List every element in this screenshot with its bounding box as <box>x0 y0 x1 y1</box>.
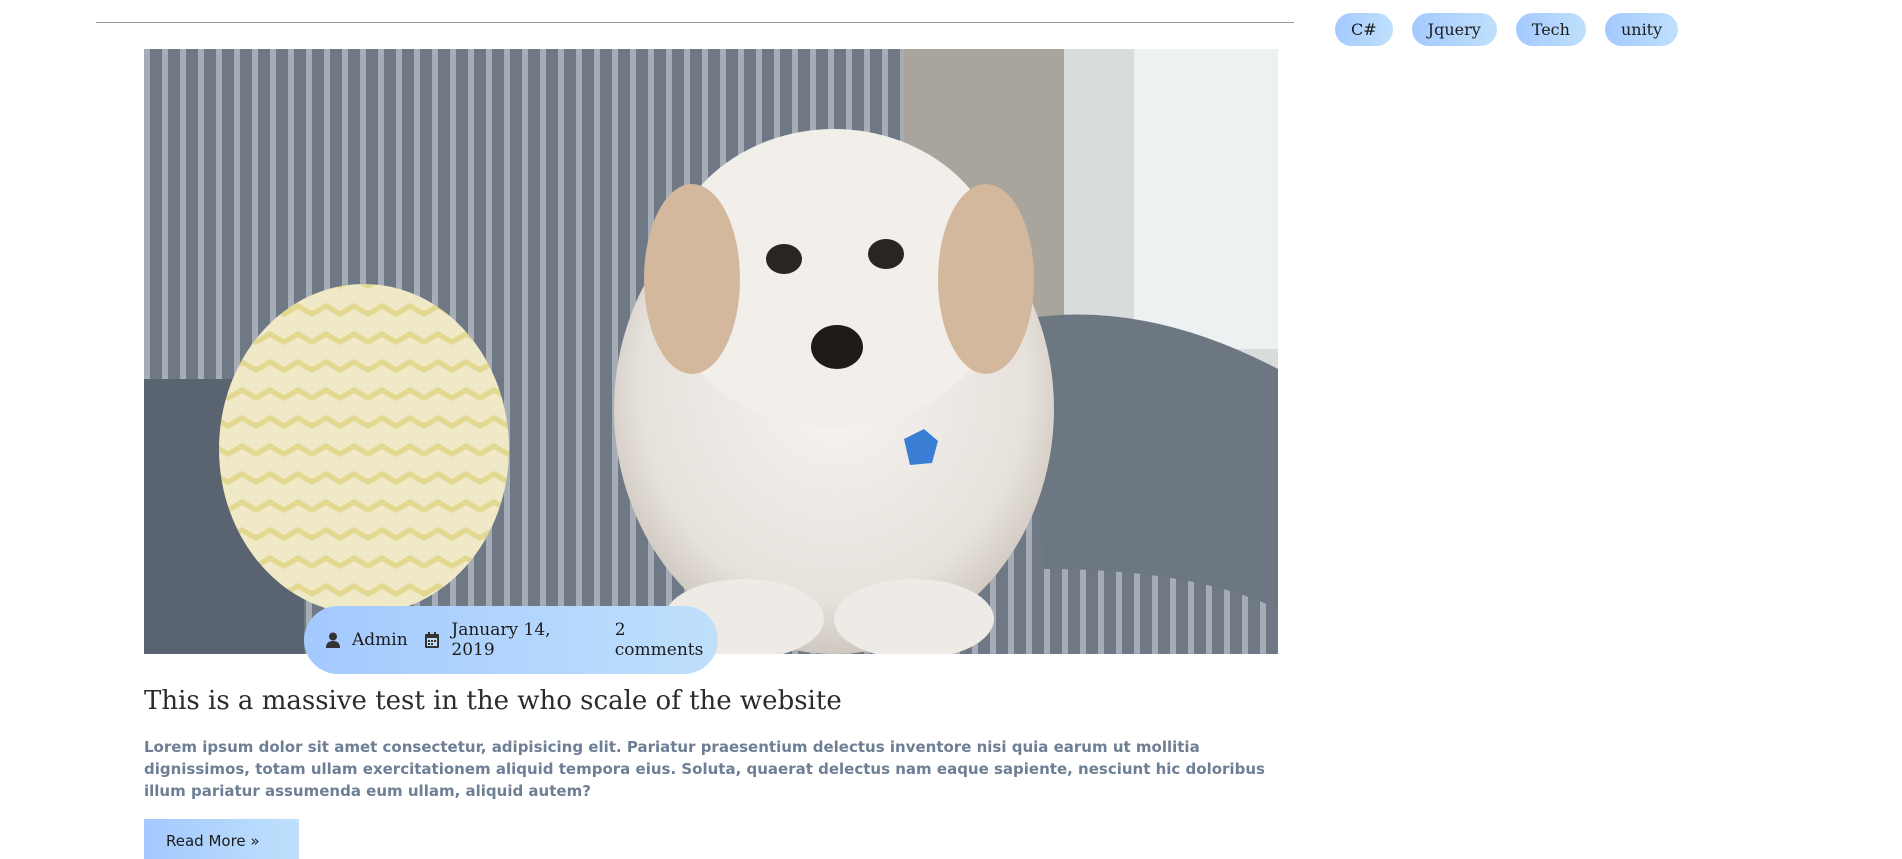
read-more-label: Read More » <box>166 832 260 850</box>
post-date: January 14, 2019 <box>451 620 551 660</box>
tag-unity[interactable]: unity <box>1604 13 1679 46</box>
user-icon <box>326 632 340 648</box>
post-meta-bar: Admin January 14, 2019 2 comments <box>304 606 718 674</box>
post-title[interactable]: This is a massive test in the who scale … <box>144 686 842 716</box>
content-divider <box>96 22 1294 23</box>
post-featured-image[interactable] <box>144 49 1278 654</box>
tag-tech[interactable]: Tech <box>1515 13 1586 46</box>
post-comments-link[interactable]: 2 comments <box>615 620 718 660</box>
post-excerpt: Lorem ipsum dolor sit amet consectetur, … <box>144 738 1265 800</box>
tag-csharp[interactable]: C# <box>1335 13 1393 46</box>
post-author[interactable]: Admin <box>352 630 408 650</box>
tag-cloud: C# Jquery Tech unity <box>1335 13 1679 46</box>
read-more-button[interactable]: Read More » <box>144 819 299 859</box>
dog-photo <box>144 49 1278 654</box>
calendar-icon <box>425 632 440 648</box>
tag-jquery[interactable]: Jquery <box>1411 13 1497 46</box>
